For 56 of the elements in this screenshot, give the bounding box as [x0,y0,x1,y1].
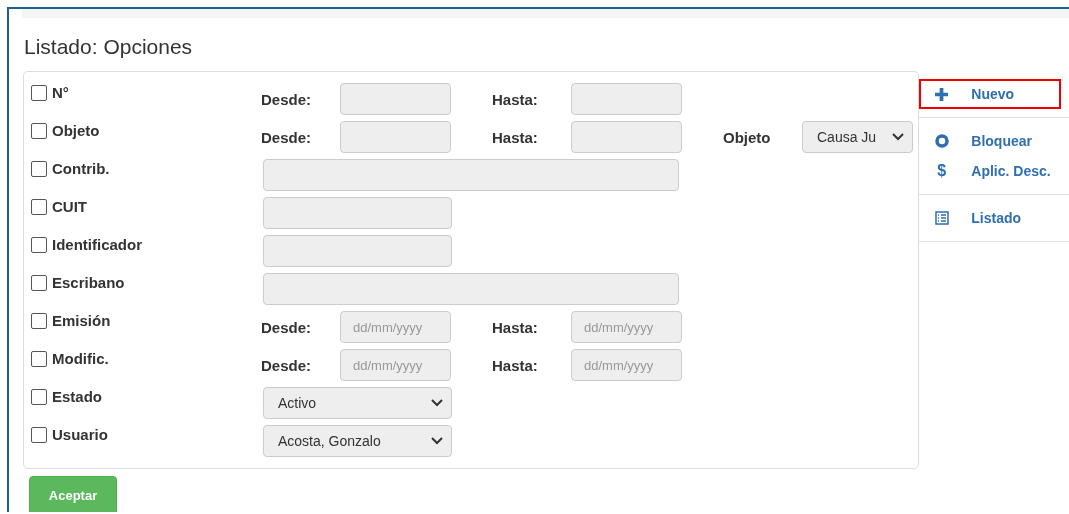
from-label: Desde: [261,128,313,146]
to-label: Hasta: [492,318,539,336]
filter-label: CUIT [52,198,87,215]
to-label: Hasta: [492,90,539,108]
filter-label: Objeto [52,122,100,139]
object-dropdown[interactable]: Causa Ju [802,121,913,153]
chevron-icon [431,437,443,445]
text-field[interactable] [263,235,452,267]
chevron-icon [892,133,904,141]
action-item[interactable]: Nuevo [919,79,1062,109]
checkbox[interactable] [31,160,47,177]
from-field[interactable] [340,83,451,115]
checkbox[interactable] [31,236,47,253]
checkbox[interactable] [31,426,47,443]
from-field[interactable]: dd/mm/yyyy [340,349,451,381]
object-label: Objeto [723,128,772,146]
text-field[interactable] [263,197,452,229]
checkbox[interactable] [31,274,47,291]
to-field[interactable]: dd/mm/yyyy [571,349,682,381]
to-field[interactable] [571,83,682,115]
page-title: Listado: Opciones [24,35,194,59]
dollar-icon: $ [935,162,947,180]
chevron-icon [431,399,443,407]
from-field[interactable] [340,121,451,153]
to-field[interactable] [571,121,682,153]
filter-label: N° [52,84,69,101]
filter-label: Emisión [52,312,111,329]
checkbox[interactable] [31,312,47,329]
action-item[interactable]: Bloquear [919,126,1062,156]
plus-icon [935,87,949,101]
to-field[interactable]: dd/mm/yyyy [571,311,682,343]
ring-icon [935,134,950,148]
dropdown[interactable]: Activo [263,387,452,419]
action-item[interactable]: Listado [919,203,1062,233]
filter-label: Modific. [52,350,109,367]
checkbox[interactable] [31,388,47,405]
checkbox[interactable] [31,122,47,139]
to-label: Hasta: [492,356,539,374]
filter-label: Identificador [52,236,142,253]
filter-label: Usuario [52,426,108,443]
from-label: Desde: [261,90,313,108]
filter-label: Estado [52,388,102,405]
action-item[interactable]: $ Aplic. Desc. [919,156,1062,186]
text-field[interactable] [263,159,679,191]
from-label: Desde: [261,356,313,374]
filter-label: Contrib. [52,160,110,177]
from-field[interactable]: dd/mm/yyyy [340,311,451,343]
checkbox[interactable] [31,84,47,101]
checkbox[interactable] [31,198,47,215]
from-label: Desde: [261,318,313,336]
list-icon [935,211,950,225]
dropdown[interactable]: Acosta, Gonzalo [263,425,452,457]
filter-label: Escribano [52,274,125,291]
text-field[interactable] [263,273,679,305]
checkbox[interactable] [31,350,47,367]
to-label: Hasta: [492,128,539,146]
